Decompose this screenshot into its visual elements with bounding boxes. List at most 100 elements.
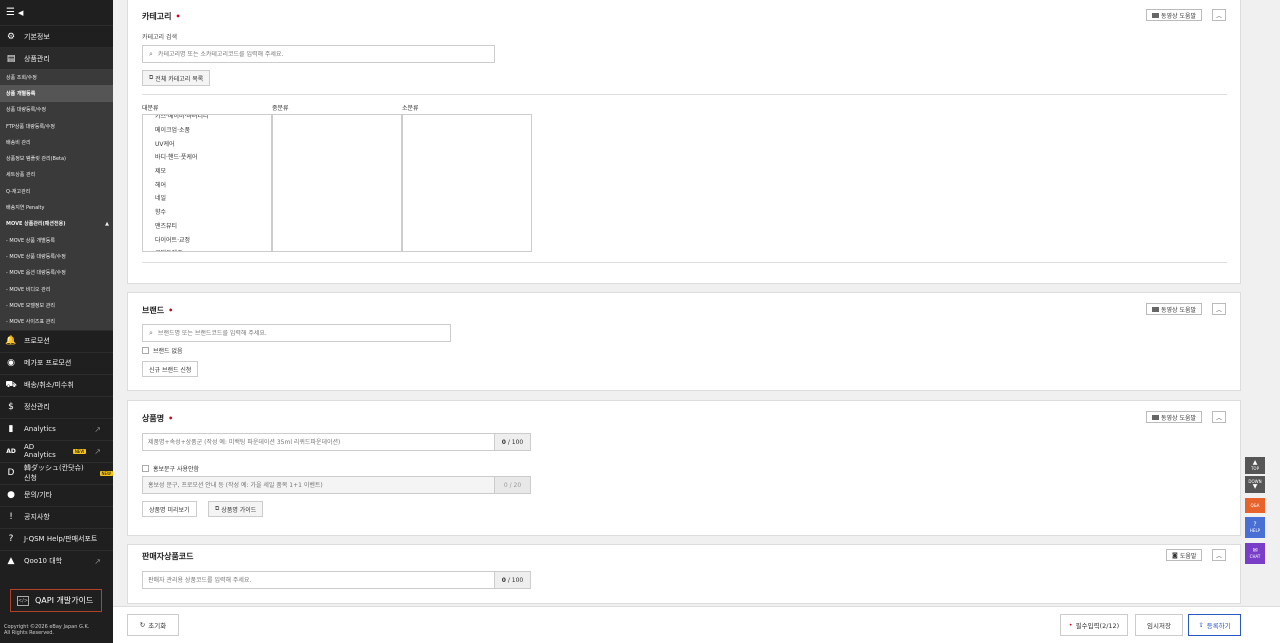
qapi-guide-button[interactable]: </> QAPI 개발가이드 [10,589,102,612]
sidebar-toggle[interactable]: ☰ ◀ [0,0,113,25]
submenu-item[interactable]: 상품 개별등록 [0,85,113,102]
col-medium-header: 중분류 [272,105,289,112]
list-item[interactable]: 맨즈뷰티 [143,219,271,233]
reset-button[interactable]: ↻ 초기화 [127,614,179,636]
category-video-help-button[interactable]: 동영상 도움말 [1146,9,1203,21]
medium-category-list[interactable] [272,114,402,252]
sidebar-item-help[interactable]: ? J-QSM Help/판매서포트 [0,527,113,550]
category-search-input[interactable] [157,50,494,58]
help-float-button[interactable]: ? HELP [1245,517,1265,538]
col-small-header: 소분류 [402,105,419,112]
sidebar-item-user[interactable]: ● 문의/기타 [0,483,113,506]
list-item[interactable]: 네일 [143,191,271,205]
no-brand-checkbox[interactable] [142,347,149,354]
product-name-preview-button[interactable]: 상품명 미리보기 [142,501,197,517]
qa-button[interactable]: Q&A [1245,498,1265,513]
required-input-button[interactable]: • 필수입력(2/12) [1060,614,1128,636]
submenu-item[interactable]: 상품 대량등록/수정 [0,102,113,118]
seller-code-input[interactable] [143,572,494,588]
promo-input[interactable] [143,477,494,493]
list-item[interactable]: 향수 [143,205,271,219]
submenu-item[interactable]: - MOVE 상품 대량등록/수정 [0,248,113,264]
new-brand-button[interactable]: 신규 브랜드 신청 [142,361,199,377]
sidebar-item-notice[interactable]: ! 공지사항 [0,505,113,528]
small-category-list[interactable] [402,114,532,252]
sidebar-item-label: 상품관리 [24,54,50,63]
submenu-item[interactable]: 상품 조회/수정 [0,69,113,85]
product-name-counter: 0 / 100 [494,434,530,450]
code-icon: </> [17,595,29,606]
submenu-item[interactable]: 세트상품 관리 [0,167,113,183]
submenu-item-label: - MOVE 사이즈표 관리 [6,319,55,326]
submenu-item-label: 배송지연 Penalty [6,205,45,212]
brand-video-help-button[interactable]: 동영상 도움말 [1146,303,1203,315]
sidebar-item-school[interactable]: ▲ Qoo10 대학 ↗ [0,549,113,572]
sidebar-item-bell[interactable]: 🔔 프로모션 [0,329,113,352]
external-link-icon: ⧉ [149,74,154,81]
sidebar-item-money[interactable]: $ 정산관리 [0,395,113,418]
register-label: 등록하기 [1206,622,1231,630]
sidebar-item-gear[interactable]: ⚙ 기본정보 [0,25,113,47]
submenu-item[interactable]: FTP상품 대량등록/수정 [0,118,113,134]
submenu-item[interactable]: Q-재고관리 [0,183,113,199]
submenu-item[interactable]: 배송지연 Penalty [0,199,113,215]
list-item[interactable]: 다이어트·교정 [143,232,271,246]
school-icon: ▲ [7,556,15,567]
list-item[interactable]: 키즈·베이비·마터니티 [143,115,271,123]
seller-code-help-button[interactable]: ◙ 도움말 [1166,549,1203,561]
copyright: Copyright ©2026 eBay Japan G.K. All Righ… [4,624,89,636]
product-name-title: 상품명 • [142,414,174,423]
submenu-item[interactable]: - MOVE 사이즈표 관리 [0,313,113,329]
submenu-item-label: - MOVE 모델정보 관리 [6,302,55,309]
product-name-video-help-button[interactable]: 동영상 도움말 [1146,411,1203,423]
submenu-item[interactable]: 상품정보 템플릿 관리(Beta) [0,150,113,166]
promo-disable-checkbox-row[interactable]: 홍보문구 사용안함 [142,464,199,473]
collapse-arrow-icon: ◀ [17,8,24,17]
seller-code-counter: 0 / 100 [494,572,530,588]
scroll-down-button[interactable]: DOWN ▼ [1245,476,1265,493]
chevron-up-icon: ︿ [1215,306,1222,314]
list-item[interactable]: 제모 [143,164,271,178]
seller-code-collapse-button[interactable]: ︿ [1212,549,1226,561]
brand-collapse-button[interactable]: ︿ [1212,303,1226,315]
submenu-item[interactable]: - MOVE 모델정보 관리 [0,297,113,313]
notice-icon: ! [9,512,13,523]
help-circle-icon: ◙ [1172,551,1178,559]
all-category-list-button[interactable]: ⧉ 전체 카테고리 목록 [142,70,211,86]
gear-icon: ⚙ [6,31,16,42]
temp-save-button[interactable]: 임시저장 [1135,614,1183,636]
list-item[interactable]: UV케어 [143,136,271,150]
large-category-list[interactable]: 키즈·베이비·마터니티 메이크업·소품 UV케어 바디·핸드·풋케어 제모 헤어 네일 향수 맨… [142,114,272,252]
sidebar-item-ad[interactable]: AD AD Analytics NEW ↗ [0,439,113,462]
help-label: 동영상 도움말 [1161,12,1197,20]
list-item[interactable]: 헤어 [143,177,271,191]
product-name-guide-button[interactable]: ⧉ 상품명 가이드 [208,501,264,517]
submenu-item[interactable]: 배송비 관리 [0,134,113,150]
list-item[interactable]: 콘택트렌즈 [143,246,271,251]
submenu-item[interactable]: - MOVE 비디오 관리 [0,281,113,297]
promo-disable-checkbox[interactable] [142,465,149,472]
brand-search-input[interactable] [157,329,450,337]
chevron-up-icon: ︿ [1215,12,1222,20]
no-brand-checkbox-row[interactable]: 브랜드 없음 [142,346,183,355]
submenu-item[interactable]: MOVE 상품관리(패션전용) ▲ [0,216,113,232]
chat-button[interactable]: ✉ CHAT [1245,543,1265,564]
sidebar-item-document[interactable]: ▤ 상품관리 [0,47,113,69]
list-item[interactable]: 메이크업·소품 [143,123,271,137]
product-name-field: 0 / 100 [142,433,531,451]
help-label: 동영상 도움말 [1161,414,1197,422]
seller-code-count: 0 [501,576,506,584]
scroll-top-button[interactable]: ▲ TOP [1245,457,1265,474]
sidebar-item-truck[interactable]: ⛟ 배송/취소/미수취 [0,373,113,396]
list-item[interactable]: 바디·핸드·풋케어 [143,150,271,164]
product-name-input[interactable] [143,434,494,450]
submenu-item[interactable]: - MOVE 옵션 대량등록/수정 [0,265,113,281]
submenu-item-label: 세트상품 관리 [6,172,36,179]
submenu-item[interactable]: - MOVE 상품 개별등록 [0,232,113,248]
sidebar-item-dash[interactable]: D 韓ダッシュ(칸닷슈) 신청 NEW [0,461,113,484]
sidebar-item-chart[interactable]: ▮ Analytics ↗ [0,417,113,440]
category-collapse-button[interactable]: ︿ [1212,9,1226,21]
product-name-collapse-button[interactable]: ︿ [1212,411,1226,423]
sidebar-item-mega[interactable]: ◉ 메가포 프로모션 [0,351,113,374]
register-button[interactable]: ⇪ 등록하기 [1188,614,1241,636]
